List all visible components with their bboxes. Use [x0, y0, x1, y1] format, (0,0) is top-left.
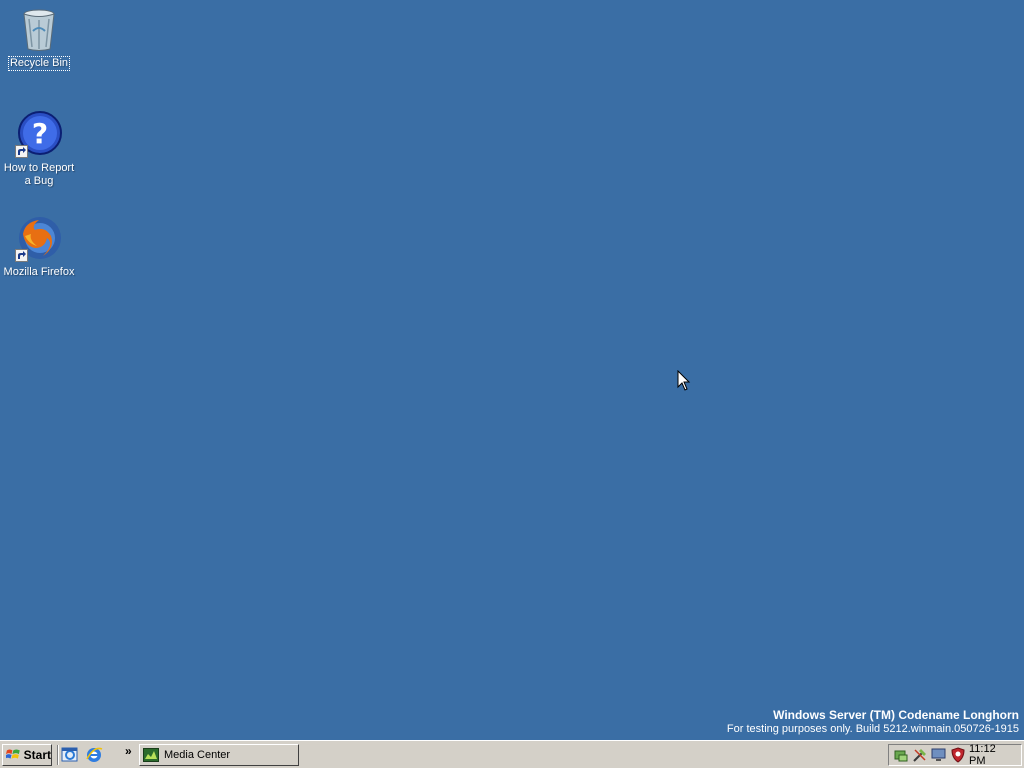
show-desktop-icon[interactable] — [61, 746, 79, 764]
start-button[interactable]: Start — [2, 744, 52, 766]
mouse-cursor-icon — [677, 369, 691, 392]
build-watermark: Windows Server (TM) Codename Longhorn Fo… — [727, 708, 1019, 736]
watermark-title: Windows Server (TM) Codename Longhorn — [773, 708, 1019, 722]
windows-logo-icon — [6, 749, 20, 759]
desktop-icon-label: Mozilla Firefox — [3, 266, 75, 278]
taskbar-button-media-center[interactable]: Media Center — [139, 744, 299, 766]
taskbar-button-label: Media Center — [164, 749, 231, 761]
quick-launch-toolbar — [57, 745, 103, 765]
monitor-icon[interactable] — [931, 747, 947, 763]
desktop-icon-recycle-bin[interactable]: Recycle Bin — [1, 5, 77, 71]
desktop-icon-firefox[interactable]: Mozilla Firefox — [1, 214, 77, 279]
firefox-icon — [15, 214, 63, 262]
recycle-bin-icon — [15, 5, 63, 53]
desktop-icon-label: Recycle Bin — [7, 56, 71, 71]
desktop[interactable]: Recycle Bin ? How to Report a Bug Mozill… — [0, 0, 1024, 740]
quick-launch-overflow-button[interactable]: » — [125, 744, 132, 758]
shortcut-arrow-icon — [15, 145, 28, 158]
system-tray: 11:12 PM — [888, 743, 1022, 767]
network-icon[interactable] — [893, 747, 909, 763]
shortcut-arrow-icon — [15, 249, 28, 262]
internet-explorer-icon[interactable] — [85, 746, 103, 764]
security-shield-icon[interactable] — [950, 747, 966, 763]
taskbar: Start » Media Center 11:12 PM — [0, 740, 1024, 768]
svg-text:?: ? — [32, 117, 48, 150]
tools-icon[interactable] — [912, 747, 928, 763]
clock[interactable]: 11:12 PM — [969, 743, 1015, 767]
media-center-icon — [143, 748, 159, 762]
watermark-subtitle: For testing purposes only. Build 5212.wi… — [726, 723, 1019, 735]
desktop-icon-report-bug[interactable]: ? How to Report a Bug — [1, 110, 77, 188]
start-label: Start — [23, 748, 51, 762]
desktop-icon-label: How to Report a Bug — [3, 162, 75, 187]
help-icon: ? — [15, 110, 63, 158]
